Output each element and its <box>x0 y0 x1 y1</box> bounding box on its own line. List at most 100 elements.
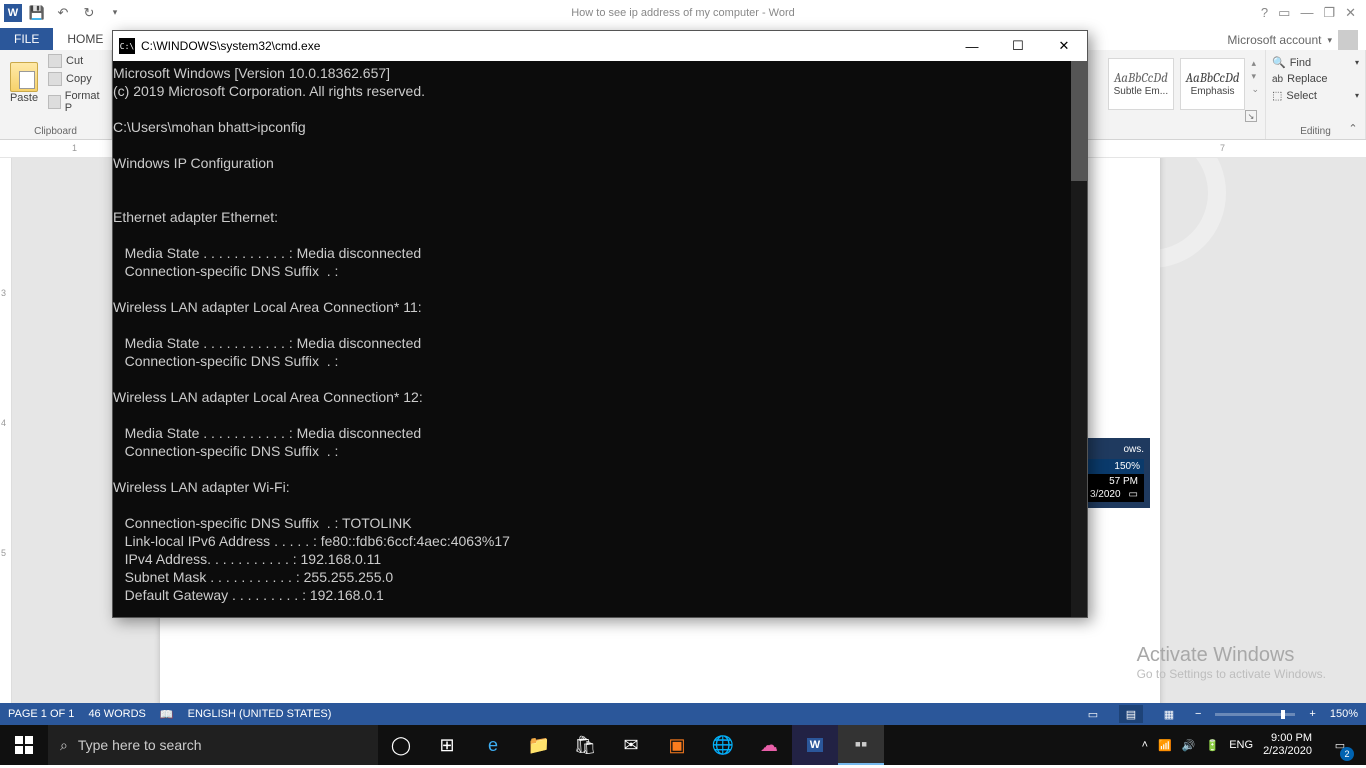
zoom-level[interactable]: 150% <box>1330 708 1358 720</box>
chrome-icon[interactable]: 🌐 <box>700 725 746 765</box>
word-statusbar: PAGE 1 OF 1 46 WORDS 📖 ENGLISH (UNITED S… <box>0 703 1366 725</box>
cmd-scrollbar-thumb[interactable] <box>1071 61 1087 181</box>
format-painter-label: Format P <box>65 90 105 114</box>
cmd-output[interactable]: Microsoft Windows [Version 10.0.18362.65… <box>113 61 1087 617</box>
styles-scroll[interactable]: ▴▾⌄ <box>1251 58 1259 95</box>
inset-notif-icon: ▭ <box>1129 489 1138 500</box>
word-titlebar: W 💾 ↶ ↻ ▾ How to see ip address of my co… <box>0 0 1366 25</box>
format-painter-button[interactable]: Format P <box>48 90 105 114</box>
cmd-app-icon: C:\ <box>119 38 135 54</box>
cmd-close-button[interactable]: ✕ <box>1041 31 1087 61</box>
inset-zoom: 150% <box>1114 461 1140 472</box>
tray-date: 2/23/2020 <box>1263 745 1312 758</box>
cut-label: Cut <box>66 55 83 67</box>
find-button[interactable]: 🔍Find▾ <box>1272 56 1359 69</box>
paste-button[interactable]: Paste <box>6 52 42 114</box>
system-tray: ˄ 📶 🔊 🔋 ENG 9:00 PM 2/23/2020 ▭2 <box>1142 725 1366 765</box>
style-emphasis[interactable]: AaBbCcDd Emphasis <box>1180 58 1246 110</box>
status-words[interactable]: 46 WORDS <box>88 708 145 720</box>
zoom-out-icon[interactable]: − <box>1195 708 1201 720</box>
tray-volume-icon[interactable]: 🔊 <box>1182 739 1196 752</box>
word-taskbar-icon[interactable]: W <box>792 725 838 765</box>
cmd-titlebar[interactable]: C:\ C:\WINDOWS\system32\cmd.exe — ☐ ✕ <box>113 31 1087 61</box>
collapse-ribbon-icon[interactable]: ⌃ <box>1344 121 1362 135</box>
zoom-slider[interactable] <box>1215 713 1295 716</box>
tray-clock[interactable]: 9:00 PM 2/23/2020 <box>1263 732 1312 758</box>
cmd-taskbar-icon[interactable]: ▪▪ <box>838 725 884 765</box>
qat-customize-icon[interactable]: ▾ <box>104 2 126 24</box>
word-app-icon: W <box>4 4 22 22</box>
tab-home[interactable]: HOME <box>53 28 117 50</box>
cortana-icon[interactable]: ◯ <box>378 725 424 765</box>
start-button[interactable] <box>0 725 48 765</box>
zoom-in-icon[interactable]: + <box>1309 708 1315 720</box>
tray-language[interactable]: ENG <box>1229 739 1253 751</box>
select-button[interactable]: ⬚Select▾ <box>1272 89 1359 102</box>
tray-chevron-icon[interactable]: ˄ <box>1142 739 1148 751</box>
minimize-icon[interactable]: — <box>1300 5 1313 21</box>
ruler-mark-7: 7 <box>1220 143 1225 153</box>
inset-date: 3/2020 <box>1090 489 1121 500</box>
ms-account[interactable]: Microsoft account ▾ <box>1227 30 1366 50</box>
restore-icon[interactable]: ❐ <box>1323 5 1335 21</box>
paste-label: Paste <box>10 92 38 104</box>
inset-ows: ows. <box>1123 444 1144 455</box>
windows-logo-icon <box>15 736 33 754</box>
activate-windows-watermark: Activate Windows Go to Settings to activ… <box>1137 644 1326 681</box>
status-page[interactable]: PAGE 1 OF 1 <box>8 708 74 720</box>
inset-time: 57 PM <box>1109 476 1138 487</box>
search-placeholder: Type here to search <box>78 737 202 753</box>
store-icon[interactable]: 🛍 <box>562 725 608 765</box>
activate-heading: Activate Windows <box>1137 644 1326 667</box>
vertical-ruler[interactable]: 3 4 5 <box>0 158 12 703</box>
tab-file[interactable]: FILE <box>0 28 53 50</box>
print-layout-icon[interactable]: ▤ <box>1119 705 1143 723</box>
taskbar: ⌕ Type here to search ◯ ⊞ e 📁 🛍 ✉ ▣ 🌐 ☁ … <box>0 725 1366 765</box>
tray-battery-icon[interactable]: 🔋 <box>1206 739 1220 752</box>
close-icon[interactable]: ✕ <box>1345 5 1356 21</box>
clipboard-group-label: Clipboard <box>6 124 105 139</box>
styles-dialog-launcher[interactable]: ↘ <box>1245 110 1257 122</box>
tray-network-icon[interactable]: 📶 <box>1158 739 1172 752</box>
notification-center-icon[interactable]: ▭2 <box>1322 725 1358 765</box>
copy-icon <box>48 72 62 86</box>
cut-icon <box>48 54 62 68</box>
notif-badge: 2 <box>1340 747 1354 761</box>
ruler-mark-1: 1 <box>72 143 77 153</box>
cut-button[interactable]: Cut <box>48 54 105 68</box>
copy-button[interactable]: Copy <box>48 72 105 86</box>
help-icon[interactable]: ? <box>1261 5 1268 21</box>
taskbar-search[interactable]: ⌕ Type here to search <box>48 725 378 765</box>
select-label: Select <box>1286 90 1317 102</box>
web-layout-icon[interactable]: ▦ <box>1157 705 1181 723</box>
copy-label: Copy <box>66 73 92 85</box>
tray-time: 9:00 PM <box>1263 732 1312 745</box>
qat-undo-icon[interactable]: ↶ <box>52 2 74 24</box>
select-icon: ⬚ <box>1272 89 1282 102</box>
cmd-maximize-button[interactable]: ☐ <box>995 31 1041 61</box>
style-sample-1: AaBbCcDd <box>1114 71 1168 86</box>
cmd-minimize-button[interactable]: — <box>949 31 995 61</box>
style-sample-2: AaBbCcDd <box>1186 71 1240 86</box>
file-explorer-icon[interactable]: 📁 <box>516 725 562 765</box>
app-icon[interactable]: ☁ <box>746 725 792 765</box>
qat-redo-icon[interactable]: ↻ <box>78 2 100 24</box>
style-name-1: Subtle Em... <box>1114 86 1168 97</box>
mail-icon[interactable]: ✉ <box>608 725 654 765</box>
task-view-icon[interactable]: ⊞ <box>424 725 470 765</box>
edge-icon[interactable]: e <box>470 725 516 765</box>
cmd-window: C:\ C:\WINDOWS\system32\cmd.exe — ☐ ✕ Mi… <box>112 30 1088 618</box>
read-mode-icon[interactable]: ▭ <box>1081 705 1105 723</box>
replace-icon: ab <box>1272 74 1283 85</box>
xampp-icon[interactable]: ▣ <box>654 725 700 765</box>
status-spellcheck-icon[interactable]: 📖 <box>160 708 174 721</box>
vruler-5: 5 <box>1 548 6 558</box>
qat-save-icon[interactable]: 💾 <box>26 2 48 24</box>
ribbon-display-icon[interactable]: ▭ <box>1278 5 1290 21</box>
vruler-3: 3 <box>1 288 6 298</box>
status-language[interactable]: ENGLISH (UNITED STATES) <box>188 708 332 720</box>
cmd-title: C:\WINDOWS\system32\cmd.exe <box>141 39 949 53</box>
style-subtle-emphasis[interactable]: AaBbCcDd Subtle Em... <box>1108 58 1174 110</box>
replace-button[interactable]: abReplace <box>1272 73 1359 85</box>
paste-icon <box>10 62 38 92</box>
